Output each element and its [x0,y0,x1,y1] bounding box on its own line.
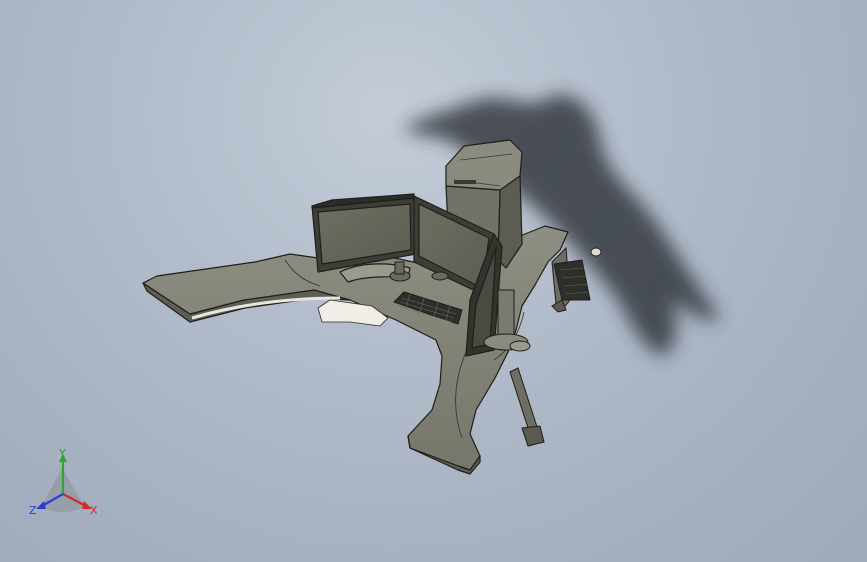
model-scene[interactable] [0,0,867,562]
y-axis-label: Y [59,447,66,460]
mouse-device[interactable] [590,247,602,257]
front-support-leg [509,367,545,447]
x-axis-label: X [90,504,98,517]
graphics-viewport[interactable]: Y X Z [0,0,867,562]
tower-logo [454,180,476,184]
z-axis-label: Z [29,504,37,517]
view-orientation-triad[interactable]: Y X Z [26,446,106,526]
